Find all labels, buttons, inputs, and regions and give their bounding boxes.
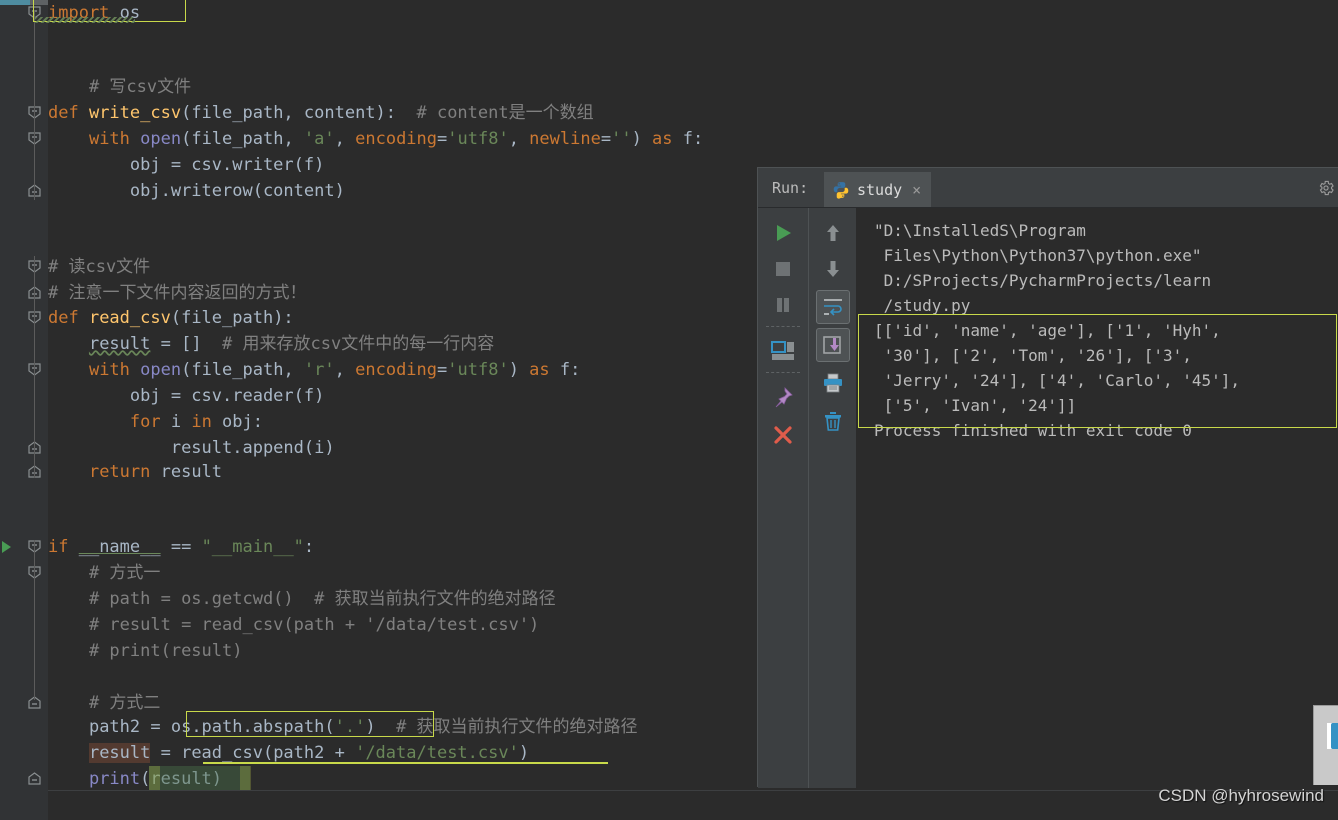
pin-icon: [775, 387, 793, 408]
fold-guide-line: [34, 256, 35, 478]
scroll-to-end-icon: [823, 336, 841, 354]
run-toolbar-left: [758, 208, 808, 788]
python-logo-icon: [833, 181, 849, 199]
console-line: Process finished with exit code 0: [874, 421, 1192, 440]
unused-import-squiggle: [35, 17, 135, 23]
code-line[interactable]: with open(file_path, 'a', encoding='utf8…: [48, 126, 703, 152]
pycharm-window: import os # 写csv文件 def write_csv(file_pat…: [0, 0, 1338, 820]
print-button[interactable]: [816, 366, 850, 400]
down-button[interactable]: [816, 252, 850, 286]
pause-button[interactable]: [766, 288, 800, 322]
code-line[interactable]: obj.writerow(content): [48, 178, 345, 204]
printer-icon: [824, 373, 842, 393]
code-line[interactable]: # print(result): [48, 638, 243, 664]
console-line: ['5', 'Ivan', '24']]: [874, 396, 1077, 415]
close-button[interactable]: [766, 418, 800, 452]
fold-guide-line: [34, 540, 35, 700]
code-line[interactable]: if __name__ == "__main__":: [48, 534, 314, 560]
up-button[interactable]: [816, 216, 850, 250]
bracket-match-open: [149, 766, 160, 790]
editor-top-marker: [0, 0, 30, 5]
code-line[interactable]: # 读csv文件: [48, 254, 150, 280]
editor-gutter[interactable]: [0, 0, 22, 820]
x-close-icon: [774, 426, 792, 444]
code-line[interactable]: def read_csv(file_path):: [48, 305, 294, 331]
code-line[interactable]: # 注意一下文件内容返回的方式！: [48, 280, 306, 306]
code-line[interactable]: obj = csv.reader(f): [48, 383, 324, 409]
code-line[interactable]: with open(file_path, 'r', encoding='utf8…: [48, 357, 580, 383]
code-line[interactable]: # 方式二: [48, 690, 160, 716]
editor-bottom-gutter: [0, 790, 48, 820]
layout-icon: [771, 341, 794, 360]
soft-wrap-icon: [824, 299, 842, 316]
close-icon[interactable]: ×: [912, 181, 921, 199]
highlight-underline-readcsv: [203, 762, 608, 764]
trash-icon: [825, 412, 841, 431]
soft-wrap-button[interactable]: [816, 290, 850, 324]
gear-icon[interactable]: [1317, 179, 1335, 197]
run-tab-study[interactable]: study ×: [824, 172, 932, 207]
console-line: Files\Python\Python37\python.exe": [874, 246, 1202, 265]
run-gutter-arrow-icon[interactable]: [2, 541, 11, 553]
code-line[interactable]: # path = os.getcwd() # 获取当前执行文件的绝对路径: [48, 586, 556, 612]
code-line[interactable]: # 写csv文件: [48, 74, 191, 100]
console-line: D:/SProjects/PycharmProjects/learn: [874, 271, 1212, 290]
fold-end-icon[interactable]: [28, 772, 41, 785]
console-line: 'Jerry', '24'], ['4', 'Carlo', '45'],: [874, 371, 1241, 390]
toolbar-separator: [766, 326, 800, 327]
arrow-down-icon: [827, 261, 839, 277]
selection-print-result: [149, 766, 250, 790]
fold-guide-line: [34, 10, 35, 200]
run-tab-label: study: [857, 180, 903, 199]
run-console-output[interactable]: "D:\InstalledS\Program Files\Python\Pyth…: [856, 208, 1338, 788]
stop-square-icon: [776, 262, 790, 276]
editor-top-marker-secondary: [30, 0, 48, 5]
code-line[interactable]: path2 = os.path.abspath('.') # 获取当前执行文件的…: [48, 714, 638, 740]
clear-all-button[interactable]: [816, 404, 850, 438]
watermark: CSDN @hyhrosewind: [1158, 786, 1324, 805]
code-line[interactable]: result = [] # 用来存放csv文件中的每一行内容: [48, 331, 494, 357]
scroll-to-end-button[interactable]: [816, 328, 850, 362]
run-button[interactable]: [766, 216, 800, 250]
run-label: Run:: [772, 179, 809, 197]
console-line: '30'], ['2', 'Tom', '26'], ['3',: [874, 346, 1192, 365]
toolbar-separator-2: [766, 372, 800, 373]
code-line[interactable]: def write_csv(file_path, content): # con…: [48, 100, 594, 126]
console-line: "D:\InstalledS\Program: [874, 221, 1086, 240]
code-line[interactable]: return result: [48, 459, 222, 485]
editor-bottom-strip: [0, 790, 1338, 820]
code-line[interactable]: # 方式一: [48, 560, 160, 586]
code-line[interactable]: obj = csv.writer(f): [48, 152, 324, 178]
run-toolbar-right: [808, 208, 856, 788]
arrow-up-icon: [827, 225, 839, 241]
console-line: [['id', 'name', 'age'], ['1', 'Hyh',: [874, 321, 1221, 340]
stop-button[interactable]: [766, 252, 800, 286]
bracket-match-close: [240, 766, 251, 790]
run-tool-window-header: Run: study ×: [758, 168, 1338, 208]
code-fold-strip[interactable]: [22, 0, 48, 820]
play-icon: [777, 225, 791, 241]
pin-tab-button[interactable]: [766, 380, 800, 414]
code-line[interactable]: for i in obj:: [48, 409, 263, 435]
restore-layout-button[interactable]: [766, 334, 800, 368]
pause-icon: [777, 298, 789, 312]
run-tool-window: Run: study × "D:\InstalledS\Program File…: [757, 167, 1338, 788]
console-line: /study.py: [874, 296, 971, 315]
code-line[interactable]: # result = read_csv(path + '/data/test.c…: [48, 612, 539, 638]
corner-overlay-blue-marker: [1331, 723, 1338, 749]
code-line[interactable]: result.append(i): [48, 435, 335, 461]
